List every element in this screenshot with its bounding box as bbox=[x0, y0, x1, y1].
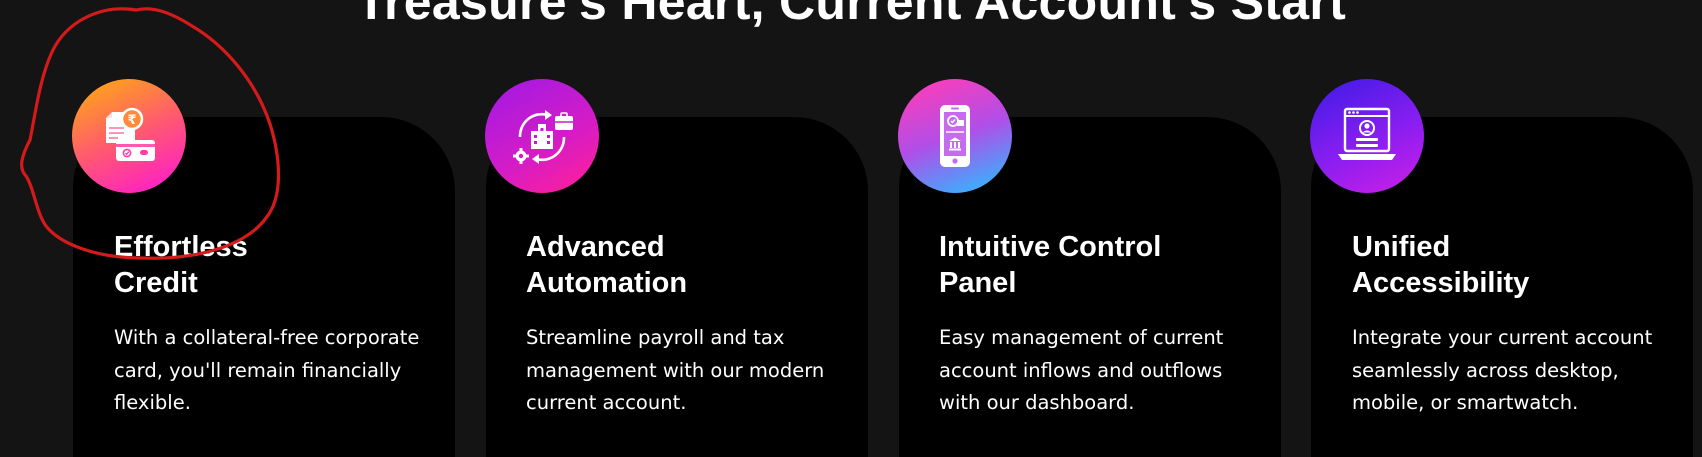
feature-description-advanced-automation: Streamline payroll and tax management wi… bbox=[526, 326, 825, 414]
svg-text:₹: ₹ bbox=[127, 113, 136, 128]
feature-description-effortless-credit: With a collateral-free corporate card, y… bbox=[114, 326, 420, 414]
feature-title-line1: Intuitive Control bbox=[939, 231, 1162, 263]
feature-description-intuitive-control-panel: Easy management of current account inflo… bbox=[939, 326, 1224, 414]
automation-icon bbox=[485, 79, 599, 193]
feature-title-advanced-automation: Advanced Automation bbox=[526, 229, 826, 301]
feature-title-line2: Credit bbox=[114, 267, 198, 299]
feature-title-unified-accessibility: Unified Accessibility bbox=[1352, 229, 1652, 301]
feature-title-line1: Advanced bbox=[526, 231, 665, 263]
feature-title-intuitive-control-panel: Intuitive Control Panel bbox=[939, 229, 1239, 301]
feature-title-effortless-credit: Effortless Credit bbox=[114, 229, 414, 301]
feature-description-unified-accessibility: Integrate your current account seamlessl… bbox=[1352, 326, 1653, 414]
feature-title-line1: Unified bbox=[1352, 231, 1451, 263]
feature-title-line2: Accessibility bbox=[1352, 267, 1530, 299]
mobile-banking-icon bbox=[898, 79, 1012, 193]
feature-title-line2: Panel bbox=[939, 267, 1017, 299]
feature-title-line1: Effortless bbox=[114, 231, 248, 263]
feature-title-line2: Automation bbox=[526, 267, 688, 299]
credit-card-icon: ₹ bbox=[72, 79, 186, 193]
laptop-profile-icon bbox=[1310, 79, 1424, 193]
section-heading: Treasure's Heart, Current Account's Star… bbox=[355, 0, 1347, 30]
